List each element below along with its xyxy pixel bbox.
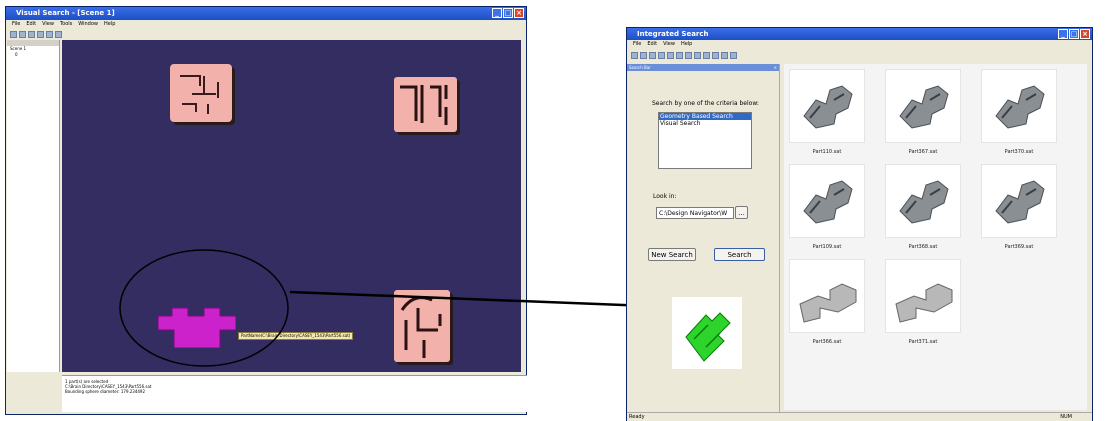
result-item[interactable]: Part110.sat — [789, 69, 865, 159]
result-thumbnail — [789, 164, 865, 238]
integrated-search-toolbar — [627, 50, 1092, 60]
result-item[interactable]: Part370.sat — [981, 69, 1057, 159]
result-item[interactable]: Part371.sat — [885, 259, 961, 349]
result-thumbnail — [789, 259, 865, 333]
search-panel: Search Bar × Search by one of the criter… — [627, 64, 780, 412]
new-search-button[interactable]: New Search — [648, 248, 696, 261]
part-model-shape — [899, 85, 949, 129]
new-icon[interactable] — [631, 51, 638, 59]
integrated-search-window: Integrated Search _ □ × File Edit View H… — [626, 27, 1093, 421]
part-model-shape — [803, 85, 853, 129]
close-button[interactable]: × — [1080, 29, 1090, 39]
menu-view[interactable]: View — [663, 40, 675, 49]
result-label: Part370.sat — [1004, 149, 1034, 155]
result-thumbnail — [885, 259, 961, 333]
part-model-shape — [899, 180, 949, 224]
result-label: Part368.sat — [908, 244, 938, 250]
small-icons-icon[interactable] — [703, 51, 710, 59]
menu-file[interactable]: File — [633, 40, 641, 49]
cut-icon[interactable] — [658, 51, 665, 59]
window-title: Integrated Search — [637, 30, 709, 38]
look-in-label: Look in: — [653, 193, 677, 200]
print-icon[interactable] — [685, 51, 692, 59]
browse-button[interactable]: ... — [735, 206, 748, 219]
help-icon[interactable] — [730, 51, 737, 59]
list-view-icon[interactable] — [712, 51, 719, 59]
large-icons-icon[interactable] — [694, 51, 701, 59]
maximize-button[interactable]: □ — [1069, 29, 1079, 39]
status-bar: Ready NUM — [627, 412, 1092, 421]
part-model-shape — [995, 85, 1045, 129]
details-view-icon[interactable] — [721, 51, 728, 59]
result-label: Part371.sat — [908, 339, 938, 345]
result-thumbnail — [981, 69, 1057, 143]
result-thumbnail — [981, 164, 1057, 238]
menu-help[interactable]: Help — [681, 40, 692, 49]
close-panel-icon[interactable]: × — [774, 64, 779, 71]
save-icon[interactable] — [649, 51, 656, 59]
look-in-field[interactable]: C:\Design Navigator\W — [656, 207, 734, 219]
results-pane: Part110.sat Part367.sat Part370.sat Part109… — [784, 64, 1087, 410]
status-num: NUM — [1060, 414, 1072, 420]
part-model-shape — [803, 180, 853, 224]
result-label: Part366.sat — [812, 339, 842, 345]
query-part-thumbnail — [672, 297, 742, 369]
part-model-shape — [895, 283, 953, 323]
part-model-shape — [995, 180, 1045, 224]
part-model-shape — [799, 283, 857, 323]
query-part-shape — [685, 312, 731, 362]
result-item[interactable]: Part369.sat — [981, 164, 1057, 254]
search-button[interactable]: Search — [714, 248, 765, 261]
result-item[interactable]: Part368.sat — [885, 164, 961, 254]
menu-edit[interactable]: Edit — [647, 40, 657, 49]
paste-icon[interactable] — [676, 51, 683, 59]
open-icon[interactable] — [640, 51, 647, 59]
minimize-button[interactable]: _ — [1058, 29, 1068, 39]
search-panel-tab: Search Bar × — [627, 64, 779, 71]
copy-icon[interactable] — [667, 51, 674, 59]
criteria-option-visual[interactable]: Visual Search — [659, 120, 751, 127]
result-label: Part367.sat — [908, 149, 938, 155]
criteria-list[interactable]: Geometry Based Search Visual Search — [658, 112, 752, 169]
integrated-search-titlebar[interactable]: Integrated Search _ □ × — [627, 28, 1092, 40]
result-thumbnail — [885, 164, 961, 238]
result-item[interactable]: Part367.sat — [885, 69, 961, 159]
result-thumbnail — [885, 69, 961, 143]
result-item[interactable]: Part366.sat — [789, 259, 865, 349]
status-text: Ready — [629, 414, 645, 420]
result-label: Part110.sat — [812, 149, 842, 155]
integrated-search-menubar: File Edit View Help — [627, 40, 1092, 49]
criteria-option-geometry[interactable]: Geometry Based Search — [659, 113, 751, 120]
result-item[interactable]: Part109.sat — [789, 164, 865, 254]
result-label: Part109.sat — [812, 244, 842, 250]
criteria-label: Search by one of the criteria below: — [652, 100, 759, 107]
result-label: Part369.sat — [1004, 244, 1034, 250]
result-thumbnail — [789, 69, 865, 143]
search-panel-tab-label: Search Bar — [629, 65, 651, 70]
